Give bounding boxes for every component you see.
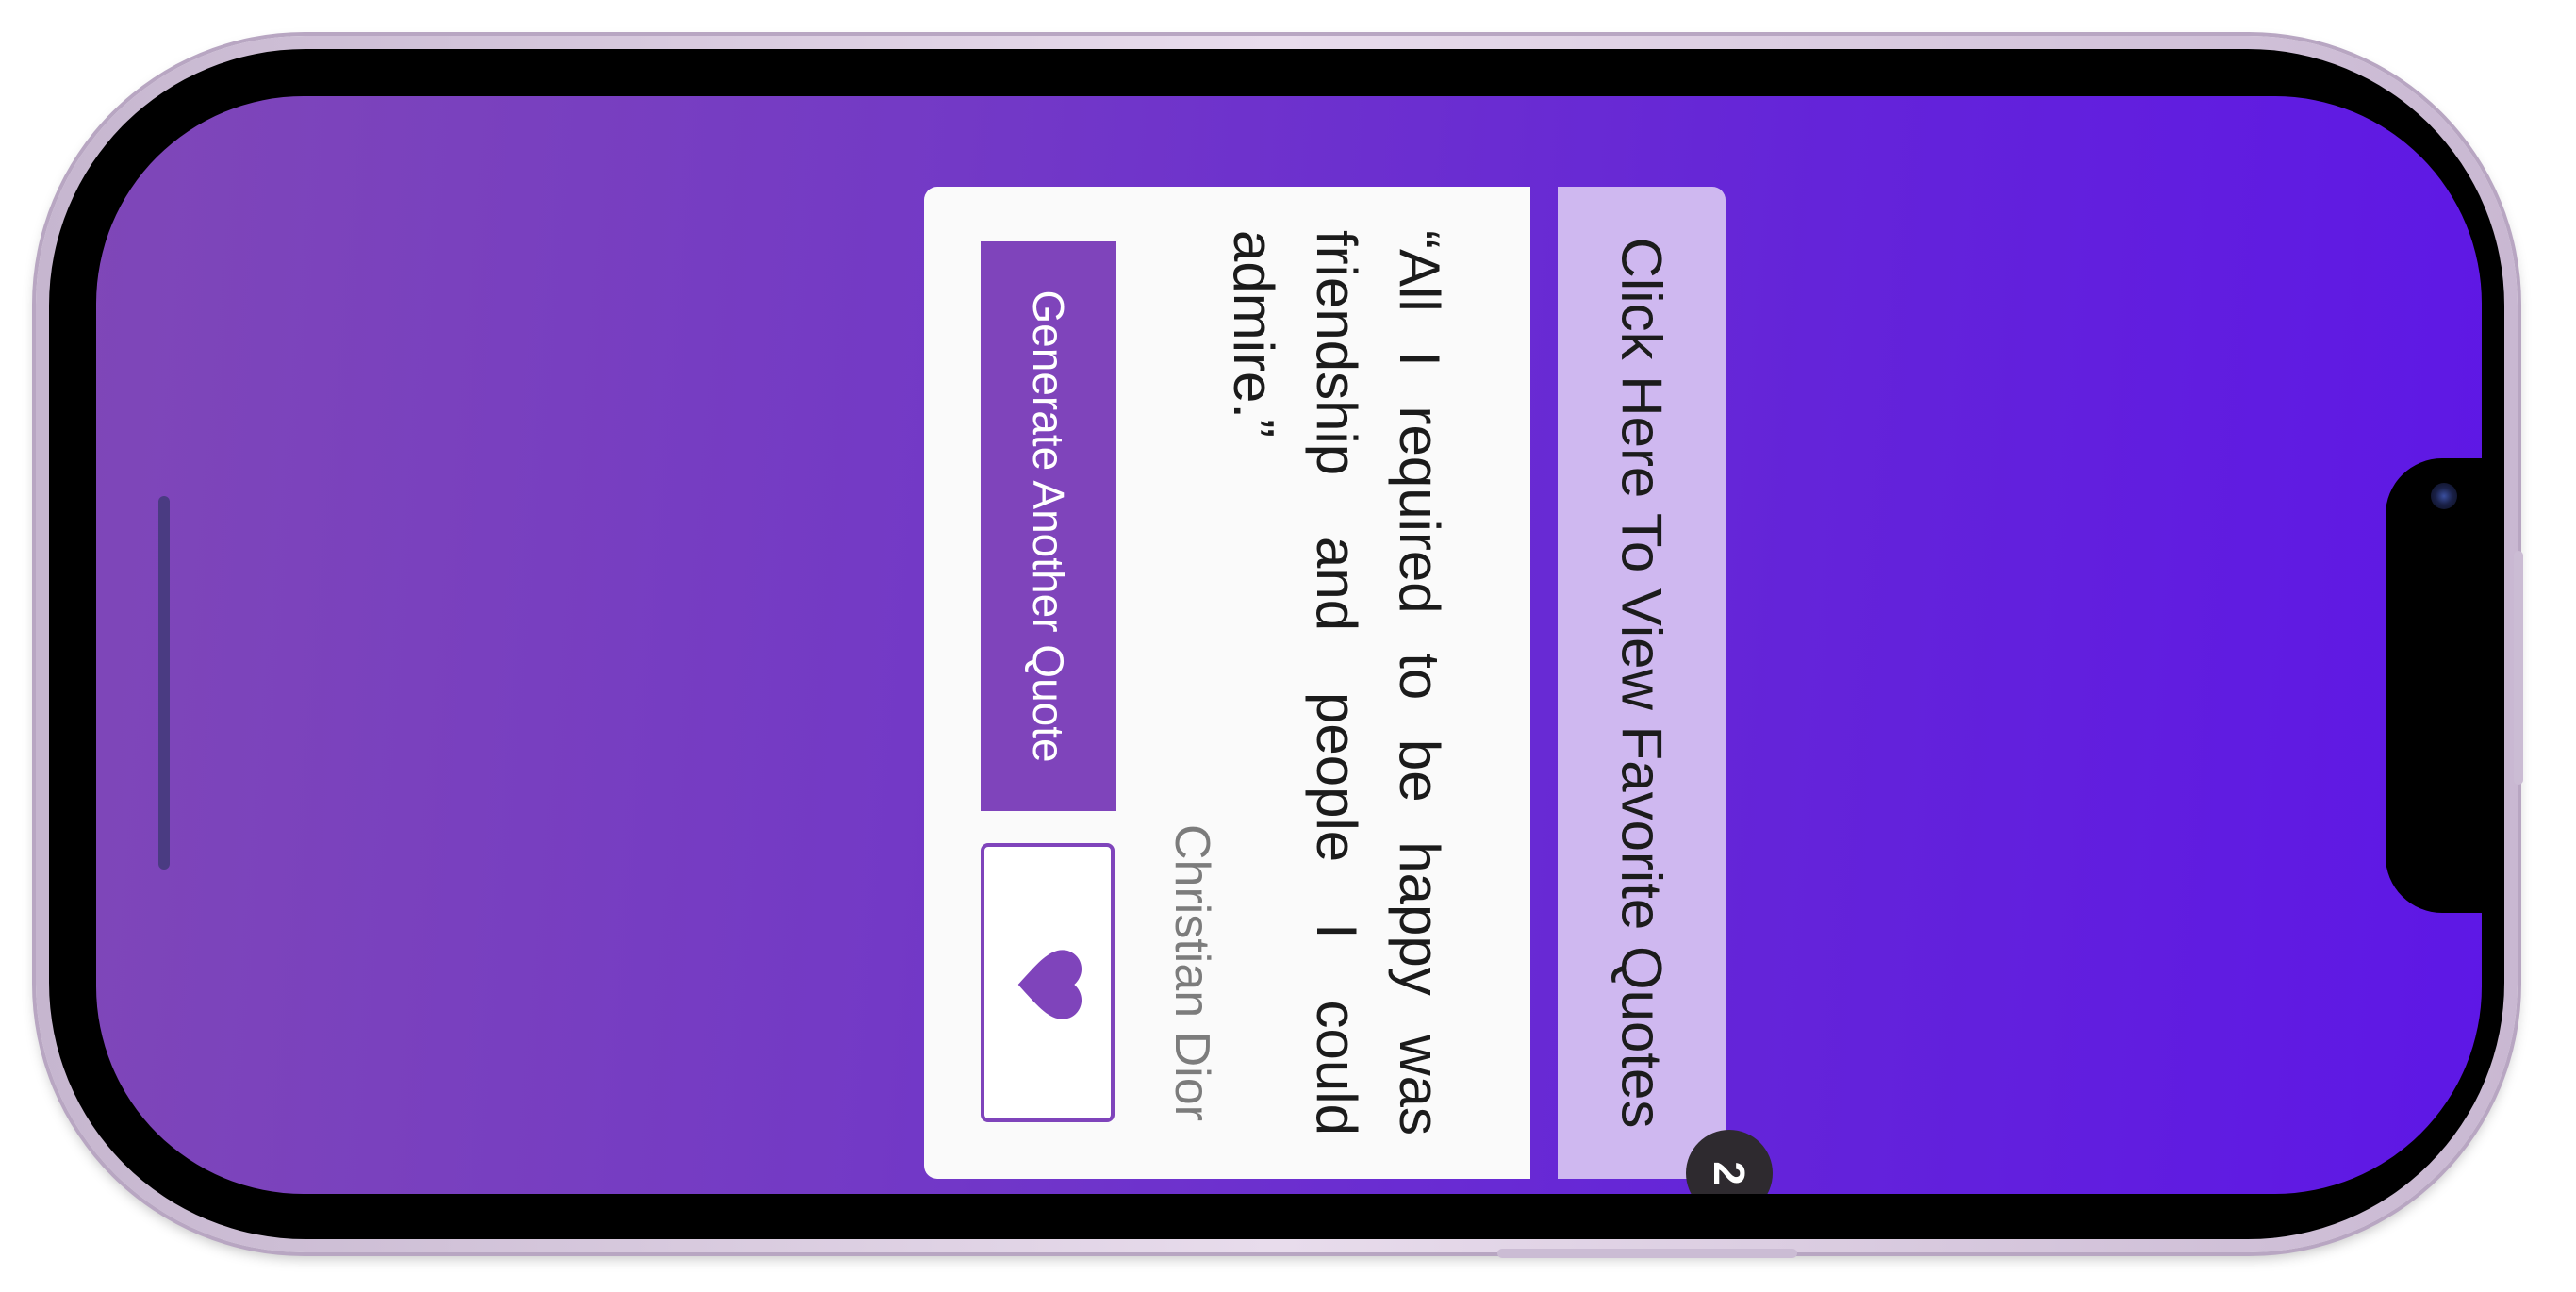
volume-button bbox=[1497, 1249, 1797, 1258]
home-indicator[interactable] bbox=[158, 496, 170, 870]
notch bbox=[2386, 458, 2482, 913]
view-favorites-label: Click Here To View Favorite Quotes bbox=[1610, 237, 1674, 1129]
front-camera bbox=[2431, 483, 2457, 509]
quote-text: “All I required to be happy was friendsh… bbox=[1221, 230, 1451, 1135]
author-container: Christian Dior bbox=[1145, 824, 1239, 1145]
side-button bbox=[2514, 551, 2523, 785]
favorite-button[interactable] bbox=[981, 843, 1115, 1122]
generate-quote-label: Generate Another Quote bbox=[1024, 290, 1073, 763]
favorites-count: 2 bbox=[1705, 1161, 1754, 1185]
heart-icon bbox=[1017, 950, 1082, 1019]
quote-author: Christian Dior bbox=[1164, 824, 1219, 1121]
quote-app: Click Here To View Favorite Quotes “All … bbox=[924, 187, 1773, 1194]
view-favorites-button[interactable]: Click Here To View Favorite Quotes bbox=[1558, 187, 1726, 1179]
generate-quote-button[interactable]: Generate Another Quote bbox=[981, 241, 1116, 811]
phone-frame: Click Here To View Favorite Quotes “All … bbox=[36, 36, 2523, 1258]
phone-screen: Click Here To View Favorite Quotes “All … bbox=[96, 96, 2482, 1194]
quote-card: “All I required to be happy was friendsh… bbox=[924, 187, 1530, 1179]
